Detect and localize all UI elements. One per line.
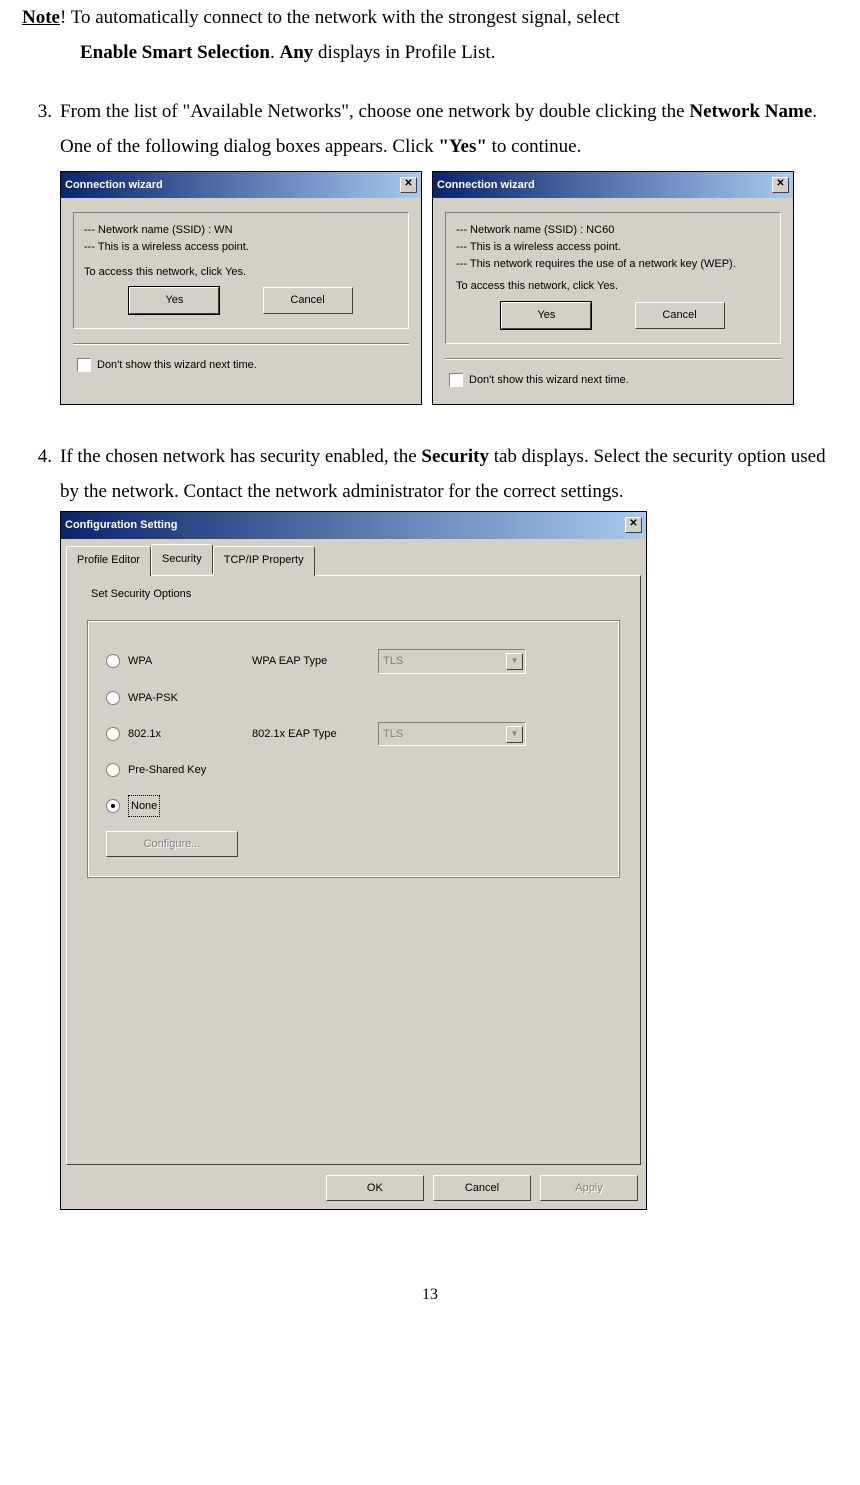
tab-security[interactable]: Security <box>151 544 213 574</box>
security-tab-panel: Set Security Options WPA WPA EAP Type TL… <box>66 575 641 1165</box>
yes-button[interactable]: Yes <box>129 287 219 313</box>
chevron-down-icon: ▼ <box>506 726 523 743</box>
close-icon[interactable]: ✕ <box>400 177 417 193</box>
radio-preshared-key[interactable] <box>106 763 120 777</box>
combo-value: TLS <box>383 724 403 744</box>
connection-wizard-dialog-2: Connection wizard ✕ --- Network name (SS… <box>432 171 794 405</box>
message-panel: --- Network name (SSID) : WN --- This is… <box>73 212 409 329</box>
8021x-eap-type-label: 802.1x EAP Type <box>252 724 362 744</box>
checkbox-label: Don't show this wizard next time. <box>97 355 257 375</box>
security-options-group: WPA WPA EAP Type TLS ▼ WPA-PSK <box>87 620 620 878</box>
note-block: Note! To automatically connect to the ne… <box>22 0 838 70</box>
chevron-down-icon: ▼ <box>506 653 523 670</box>
groupbox-label: Set Security Options <box>87 588 195 600</box>
window-title: Connection wizard <box>437 175 535 195</box>
cancel-button[interactable]: Cancel <box>433 1175 531 1201</box>
note-text1: ! To automatically connect to the networ… <box>60 7 620 28</box>
radio-none[interactable] <box>106 799 120 813</box>
radio-wpa-psk[interactable] <box>106 691 120 705</box>
configure-button[interactable]: Configure... <box>106 831 238 857</box>
checkbox-dont-show[interactable] <box>449 373 463 387</box>
apply-button[interactable]: Apply <box>540 1175 638 1201</box>
note-tail: displays in Profile List. <box>313 42 495 63</box>
combo-value: TLS <box>383 651 403 671</box>
window-title: Connection wizard <box>65 175 163 195</box>
step-number: 4. <box>22 439 60 1210</box>
tab-tcpip[interactable]: TCP/IP Property <box>213 546 315 576</box>
step-3: 3. From the list of "Available Networks"… <box>22 94 838 415</box>
radio-wpa[interactable] <box>106 654 120 668</box>
step-4: 4. If the chosen network has security en… <box>22 439 838 1210</box>
checkbox-label: Don't show this wizard next time. <box>469 370 629 390</box>
titlebar: Connection wizard ✕ <box>61 172 421 198</box>
message-panel: --- Network name (SSID) : NC60 --- This … <box>445 212 781 344</box>
note-bold1: Enable Smart Selection <box>80 42 270 63</box>
connection-wizard-dialog-1: Connection wizard ✕ --- Network name (SS… <box>60 171 422 405</box>
note-prefix: Note <box>22 7 60 28</box>
close-icon[interactable]: ✕ <box>772 177 789 193</box>
cancel-button[interactable]: Cancel <box>263 287 353 313</box>
wpa-eap-type-combo[interactable]: TLS ▼ <box>378 649 526 673</box>
step-number: 3. <box>22 94 60 415</box>
window-title: Configuration Setting <box>65 515 177 535</box>
tab-profile-editor[interactable]: Profile Editor <box>66 546 151 576</box>
8021x-eap-type-combo[interactable]: TLS ▼ <box>378 722 526 746</box>
wpa-eap-type-label: WPA EAP Type <box>252 651 362 671</box>
configuration-setting-dialog: Configuration Setting ✕ Profile Editor S… <box>60 511 647 1210</box>
yes-button[interactable]: Yes <box>501 302 591 328</box>
page-number: 13 <box>0 1280 860 1310</box>
titlebar: Configuration Setting ✕ <box>61 512 646 538</box>
checkbox-dont-show[interactable] <box>77 358 91 372</box>
close-icon[interactable]: ✕ <box>625 517 642 533</box>
cancel-button[interactable]: Cancel <box>635 302 725 328</box>
titlebar: Connection wizard ✕ <box>433 172 793 198</box>
ok-button[interactable]: OK <box>326 1175 424 1201</box>
tabstrip: Profile Editor Security TCP/IP Property <box>61 539 646 575</box>
note-bold2: Any <box>280 42 314 63</box>
radio-8021x[interactable] <box>106 727 120 741</box>
